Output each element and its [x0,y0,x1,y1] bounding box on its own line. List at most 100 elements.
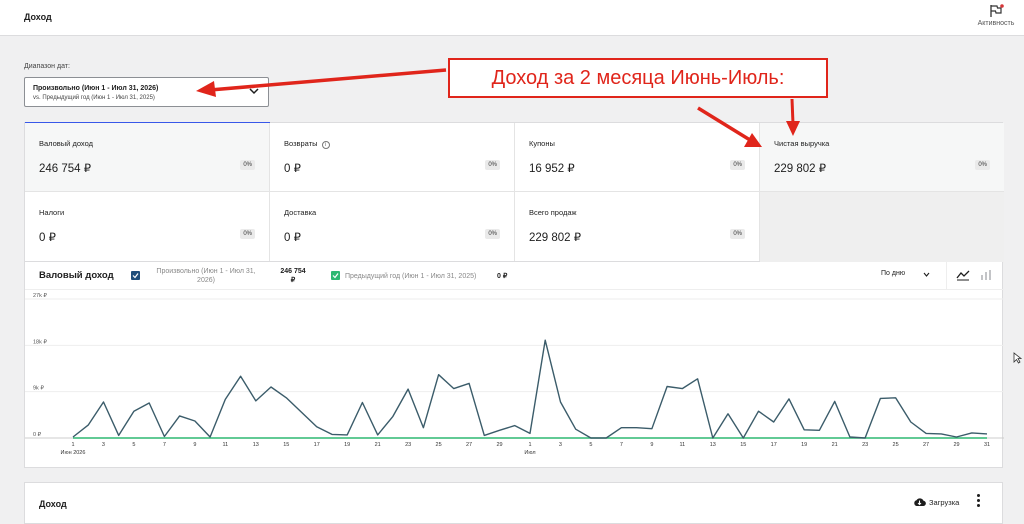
x-tick-label: 27 [466,442,472,448]
cloud-download-icon [914,498,926,507]
stat-tile-shipping[interactable]: Доставка 0 ₽ 0% [270,192,515,261]
x-tick-label: 25 [436,442,442,448]
x-tick-label: 29 [953,442,959,448]
chart-header: Валовый доход Произвольно (Июн 1 - Июл 3… [25,262,1004,290]
legend-current-value: 246 754 ₽ [280,268,306,284]
line-chart-icon[interactable] [956,269,970,281]
stat-tile-taxes[interactable]: Налоги 0 ₽ 0% [25,192,270,261]
x-tick-label: 7 [163,442,166,448]
x-tick-label: 9 [650,442,653,448]
gross-revenue-chart: 27k ₽18k ₽9k ₽0 ₽1 3 5 7 9 11 13 15 17 19 21 23 25 27… [25,292,1004,456]
cursor-icon [1013,352,1022,364]
date-range-picker[interactable]: Произвольно (Июн 1 - Июл 31, 2026) vs. П… [24,77,269,107]
x-tick-label: 17 [314,442,320,448]
stat-value: 16 952 ₽ [529,163,575,175]
stat-delta-badge: 0% [485,160,500,170]
stat-value: 0 ₽ [284,232,301,244]
x-tick-label: 27 [923,442,929,448]
download-label: Загрузка [929,498,960,507]
stat-value: 229 802 ₽ [774,163,827,175]
x-tick-label: 19 [801,442,807,448]
x-tick-label: 5 [132,442,135,448]
y-tick-label: 0 ₽ [33,431,42,438]
stat-label: Валовый доход [39,139,93,148]
interval-select[interactable]: По дню [881,270,905,277]
x-tick-label: 15 [740,442,746,448]
stat-value: 0 ₽ [284,163,301,175]
income-title: Доход [39,499,67,509]
x-tick-label: 3 [102,442,105,448]
activity-label: Активность [977,20,1015,27]
x-tick-label: 1 [528,442,531,448]
activity-button[interactable]: Активность [974,4,1018,27]
download-button[interactable]: Загрузка [913,497,959,507]
stat-value: 246 754 ₽ [39,163,92,175]
x-tick-label: 25 [893,442,899,448]
date-range-label: Диапазон дат: [24,63,70,70]
stat-tile-coupons[interactable]: Купоны 16 952 ₽ 0% [515,123,760,192]
stat-label: Налоги [39,208,65,217]
stat-delta-badge: 0% [240,229,255,239]
x-tick-label: 23 [405,442,411,448]
stat-value: 0 ₽ [39,232,56,244]
legend-current-label: Произвольно (Июн 1 - Июл 31, 2026) [156,268,256,284]
legend-current-checkbox[interactable] [131,271,140,280]
stat-value: 229 802 ₽ [529,232,582,244]
top-bar: Доход Активность [0,0,1024,36]
more-options-icon[interactable] [975,494,981,510]
y-tick-label: 18k ₽ [33,338,47,345]
x-tick-label: 15 [283,442,289,448]
legend-previous-value: 0 ₽ [497,273,508,280]
stat-tile-net-sales[interactable]: Чистая выручка 229 802 ₽ 0% [760,123,1004,192]
x-tick-label: 13 [253,442,259,448]
stat-tile-empty [760,192,1004,263]
legend-previous-checkbox[interactable] [331,271,340,280]
x-sub-label: Июл [524,450,535,456]
x-tick-label: 17 [771,442,777,448]
stat-label: Купоны [529,139,555,148]
x-tick-label: 19 [344,442,350,448]
stat-tile-refunds[interactable]: Возвраты i 0 ₽ 0% [270,123,515,192]
legend-previous-label: Предыдущий год (Июн 1 - Июл 31, 2025) [345,273,477,280]
x-tick-label: 31 [984,442,990,448]
stat-label: Всего продаж [529,208,577,217]
stat-delta-badge: 0% [240,160,255,170]
x-tick-label: 11 [679,442,685,448]
stats-grid: Валовый доход 246 754 ₽ 0% Возвраты i 0 ₽… [24,122,1004,263]
stat-tile-gross-revenue[interactable]: Валовый доход 246 754 ₽ 0% [25,123,270,192]
bar-chart-icon[interactable] [980,269,992,281]
chart-card: Валовый доход Произвольно (Июн 1 - Июл 3… [24,262,1004,468]
x-tick-label: 29 [496,442,502,448]
stat-label: Доставка [284,208,317,217]
stat-label: Чистая выручка [774,139,830,148]
chevron-down-icon[interactable] [923,272,930,277]
annotation-callout: Доход за 2 месяца Июнь-Июль: [448,58,828,98]
stat-delta-badge: 0% [730,160,745,170]
stat-label-text: Возвраты [284,139,318,148]
x-tick-label: 21 [375,442,381,448]
stat-tile-total-sales[interactable]: Всего продаж 229 802 ₽ 0% [515,192,760,261]
income-card: Доход Загрузка [24,482,1003,524]
x-tick-label: 11 [222,442,228,448]
page-title: Доход [24,12,52,22]
y-tick-label: 9k ₽ [33,385,44,392]
stat-delta-badge: 0% [975,160,990,170]
x-tick-label: 5 [589,442,592,448]
checkmark-icon [332,273,339,279]
y-tick-label: 27k ₽ [33,292,47,299]
chevron-down-icon [249,88,259,95]
date-range-selected: Произвольно (Июн 1 - Июл 31, 2026) [33,85,159,92]
flag-icon [990,4,1004,17]
stat-delta-badge: 0% [485,229,500,239]
series-line-current [72,339,988,439]
date-range-compare: vs. Предыдущий год (Июн 1 - Июл 31, 2025… [33,95,155,101]
x-sub-label: Июн 2026 [61,450,86,456]
info-icon[interactable]: i [321,141,330,149]
x-tick-label: 1 [71,442,74,448]
checkmark-icon [132,273,139,279]
x-tick-label: 21 [832,442,838,448]
x-tick-label: 3 [559,442,562,448]
x-tick-label: 23 [862,442,868,448]
divider [946,262,947,290]
x-tick-label: 9 [193,442,196,448]
